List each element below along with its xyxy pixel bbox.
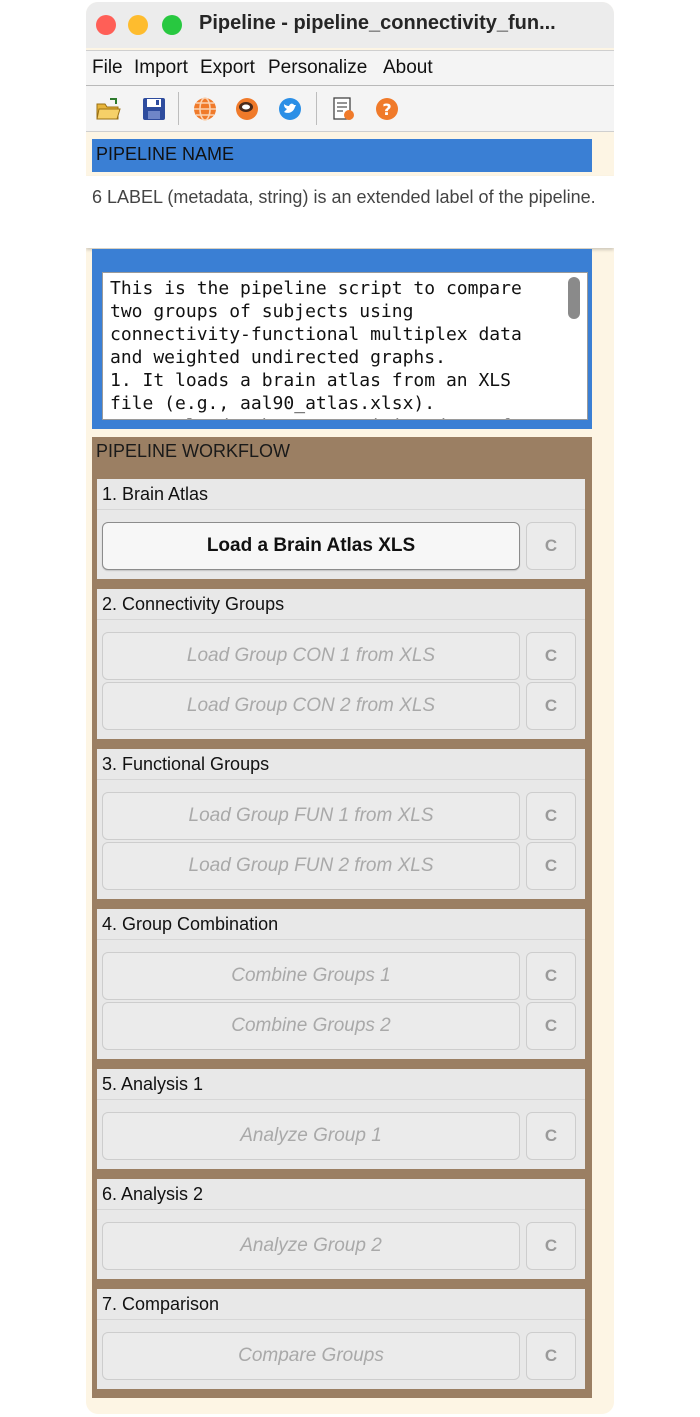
divider [97, 509, 585, 510]
panel-comparison: 7. Comparison Compare Groups C [97, 1289, 585, 1389]
pipeline-window: Pipeline - pipeline_connectivity_fun... … [86, 2, 614, 1414]
document-icon[interactable] [330, 96, 356, 122]
load-group-fun-1-button[interactable]: Load Group FUN 1 from XLS [102, 792, 520, 840]
pipeline-description-text: This is the pipeline script to compare t… [110, 278, 522, 419]
workflow-header: PIPELINE WORKFLOW [96, 441, 291, 461]
panel-functional-groups: 3. Functional Groups Load Group FUN 1 fr… [97, 749, 585, 899]
save-icon[interactable] [141, 96, 167, 122]
load-brain-atlas-button[interactable]: Load a Brain Atlas XLS [102, 522, 520, 570]
reset-button[interactable]: C [526, 1002, 576, 1050]
analyze-group-1-button[interactable]: Analyze Group 1 [102, 1112, 520, 1160]
pipeline-label-tooltip: 6 LABEL (metadata, string) is an extende… [86, 176, 614, 248]
reset-button[interactable]: C [526, 842, 576, 890]
title-bar[interactable]: Pipeline - pipeline_connectivity_fun... [86, 2, 614, 48]
divider [97, 939, 585, 940]
reset-button[interactable]: C [526, 792, 576, 840]
menu-about[interactable]: About [383, 57, 433, 79]
menu-bar: File Import Export Personalize About [86, 50, 614, 86]
compare-groups-button[interactable]: Compare Groups [102, 1332, 520, 1380]
panel-title: 2. Connectivity Groups [102, 594, 285, 614]
divider [97, 779, 585, 780]
menu-file[interactable]: File [92, 57, 123, 79]
panel-title: 5. Analysis 1 [102, 1074, 204, 1094]
reset-button[interactable]: C [526, 952, 576, 1000]
globe-icon[interactable] [192, 96, 218, 122]
brain-icon[interactable] [234, 96, 260, 122]
panel-title: 6. Analysis 2 [102, 1184, 204, 1204]
description-scrollbar[interactable] [568, 277, 580, 319]
menu-export[interactable]: Export [200, 57, 255, 79]
window-title: Pipeline - pipeline_connectivity_fun... [199, 12, 556, 34]
divider [97, 619, 585, 620]
minimize-window-button[interactable] [128, 15, 148, 35]
toolbar: ? [86, 86, 614, 132]
pipeline-workflow: PIPELINE WORKFLOW 1. Brain Atlas Load a … [92, 437, 592, 1398]
load-group-fun-2-button[interactable]: Load Group FUN 2 from XLS [102, 842, 520, 890]
reset-button[interactable]: C [526, 682, 576, 730]
combine-groups-2-button[interactable]: Combine Groups 2 [102, 1002, 520, 1050]
divider [97, 1319, 585, 1320]
panel-group-combination: 4. Group Combination Combine Groups 1 C … [97, 909, 585, 1059]
twitter-icon[interactable] [277, 96, 303, 122]
reset-button[interactable]: C [526, 1112, 576, 1160]
combine-groups-1-button[interactable]: Combine Groups 1 [102, 952, 520, 1000]
panel-connectivity-groups: 2. Connectivity Groups Load Group CON 1 … [97, 589, 585, 739]
zoom-window-button[interactable] [162, 15, 182, 35]
panel-analysis-1: 5. Analysis 1 Analyze Group 1 C [97, 1069, 585, 1169]
panel-title: 1. Brain Atlas [102, 484, 209, 504]
open-folder-icon[interactable] [95, 96, 121, 122]
reset-button[interactable]: C [526, 632, 576, 680]
pipeline-description-textarea[interactable]: This is the pipeline script to compare t… [102, 272, 588, 420]
analyze-group-2-button[interactable]: Analyze Group 2 [102, 1222, 520, 1270]
reset-button[interactable]: C [526, 1222, 576, 1270]
panel-title: 4. Group Combination [102, 914, 279, 934]
toolbar-separator [316, 92, 317, 125]
divider [97, 1209, 585, 1210]
pipeline-description-panel: This is the pipeline script to compare t… [92, 249, 592, 429]
pipeline-name-header: PIPELINE NAME [92, 139, 592, 172]
load-group-con-1-button[interactable]: Load Group CON 1 from XLS [102, 632, 520, 680]
panel-brain-atlas: 1. Brain Atlas Load a Brain Atlas XLS C [97, 479, 585, 579]
help-icon[interactable]: ? [374, 96, 400, 122]
svg-text:?: ? [382, 100, 391, 119]
close-window-button[interactable] [96, 15, 116, 35]
reset-button[interactable]: C [526, 522, 576, 570]
menu-import[interactable]: Import [134, 57, 188, 79]
panel-title: 3. Functional Groups [102, 754, 270, 774]
toolbar-separator [178, 92, 179, 125]
panel-title: 7. Comparison [102, 1294, 220, 1314]
reset-button[interactable]: C [526, 1332, 576, 1380]
panel-analysis-2: 6. Analysis 2 Analyze Group 2 C [97, 1179, 585, 1279]
divider [97, 1099, 585, 1100]
load-group-con-2-button[interactable]: Load Group CON 2 from XLS [102, 682, 520, 730]
menu-personalize[interactable]: Personalize [268, 57, 367, 79]
